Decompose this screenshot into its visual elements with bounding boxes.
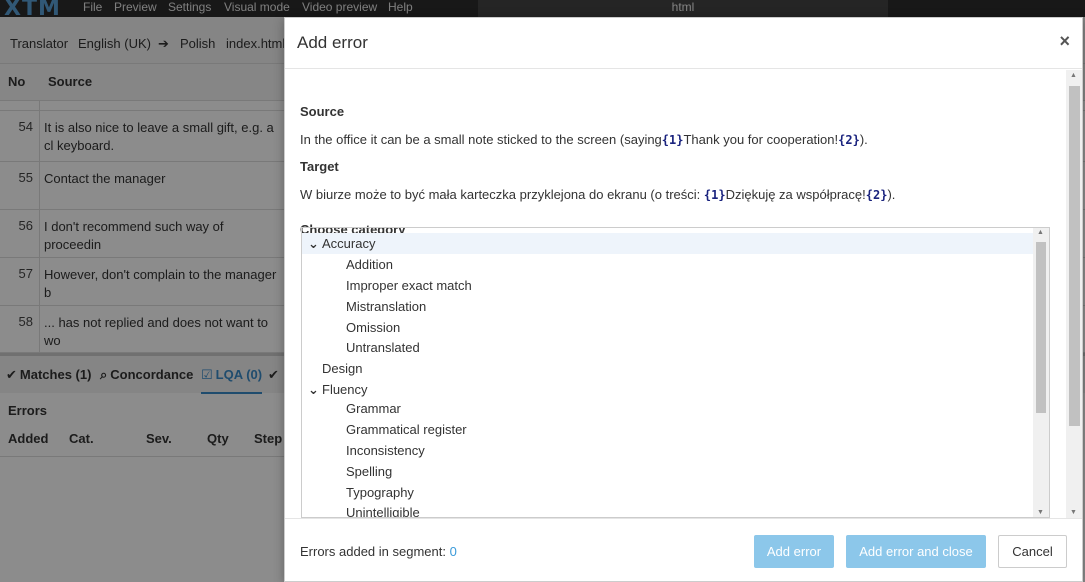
inline-tag: {1} [661,133,684,147]
dialog-footer: Errors added in segment: 0 Add error Add… [285,518,1082,582]
category-item[interactable]: Improper exact match [346,275,472,296]
close-icon[interactable]: × [1059,31,1070,52]
category-fluency[interactable]: ⌄ Fluency [302,379,368,400]
category-item[interactable]: Spelling [346,461,392,482]
category-scrollbar[interactable]: ▲ ▼ [1033,228,1049,517]
scrollbar-thumb[interactable] [1036,242,1046,413]
category-item[interactable]: Typography [346,482,414,503]
inline-tag: {1} [703,188,726,202]
category-item[interactable]: Omission [346,317,400,338]
scrollbar-thumb[interactable] [1069,86,1080,426]
category-item[interactable]: Grammatical register [346,419,467,440]
cancel-button[interactable]: Cancel [998,535,1067,568]
category-item[interactable]: Untranslated [346,337,420,358]
dialog-title: Add error [297,33,368,52]
errors-added-status: Errors added in segment: 0 [300,544,457,559]
add-error-and-close-button[interactable]: Add error and close [846,535,986,568]
category-item[interactable]: Addition [346,254,393,275]
scroll-up-icon[interactable]: ▲ [1070,72,1077,79]
category-design[interactable]: Design [322,358,362,379]
scroll-down-icon[interactable]: ▼ [1037,509,1044,516]
inline-tag: {2} [865,188,888,202]
add-error-button[interactable]: Add error [754,535,834,568]
target-text: W biurze może to być mała karteczka przy… [300,187,896,202]
category-accuracy[interactable]: ⌄ Accuracy [302,233,1033,254]
dialog-body: Source In the office it can be a small n… [285,70,1082,518]
chevron-down-icon[interactable]: ⌄ [308,379,322,400]
scroll-down-icon[interactable]: ▼ [1070,509,1077,516]
chevron-down-icon[interactable]: ⌄ [308,233,322,254]
add-error-dialog: Add error × Source In the office it can … [284,17,1083,582]
category-item[interactable]: Unintelligible [346,502,420,517]
inline-tag: {2} [838,133,860,147]
category-item[interactable]: Mistranslation [346,296,426,317]
source-heading: Source [300,104,345,119]
dialog-header: Add error × [285,18,1082,69]
scroll-up-icon[interactable]: ▲ [1037,229,1044,236]
target-heading: Target [300,159,339,174]
source-text: In the office it can be a small note sti… [300,132,868,147]
category-tree: ⌄ Accuracy Addition Improper exact match … [301,227,1050,518]
category-item[interactable]: Grammar [346,398,401,419]
errors-added-count: 0 [449,544,457,559]
dialog-scrollbar[interactable]: ▲ ▼ [1066,70,1082,518]
category-item[interactable]: Inconsistency [346,440,425,461]
